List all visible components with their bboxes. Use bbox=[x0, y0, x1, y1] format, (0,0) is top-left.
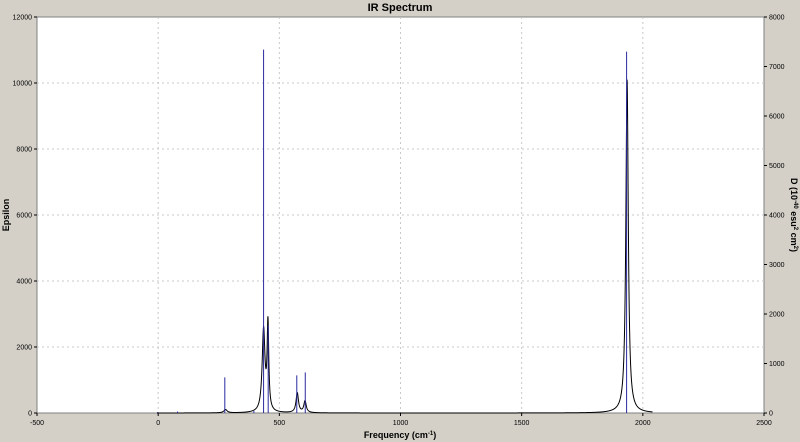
y-tick-label: 0 bbox=[28, 411, 32, 418]
y2-tick-label: 4000 bbox=[769, 213, 785, 220]
y-tick-label: 4000 bbox=[16, 279, 32, 286]
y2-tick-label: 7000 bbox=[769, 64, 785, 71]
y-tick-label: 6000 bbox=[16, 213, 32, 220]
x-tick-label: 2500 bbox=[756, 420, 772, 427]
y2-tick-label: 5000 bbox=[769, 163, 785, 170]
y-tick-label: 10000 bbox=[13, 81, 33, 88]
x-tick-label: 0 bbox=[156, 420, 160, 427]
x-axis-ticks: -500 0 500 1000 1500 2000 2500 bbox=[30, 413, 772, 427]
x-tick-label: 2000 bbox=[635, 420, 651, 427]
y-axis-label: Epsilon bbox=[1, 199, 11, 232]
x-tick-label: 1000 bbox=[393, 420, 409, 427]
ir-spectrum-window: IR Spectrum -500 0 500 1000 1500 2000 2500 0 20… bbox=[0, 0, 800, 442]
x-tick-label: 1500 bbox=[514, 420, 530, 427]
y-tick-label: 8000 bbox=[16, 147, 32, 154]
ir-spectrum-chart[interactable]: -500 0 500 1000 1500 2000 2500 0 2000 4000 6000 80… bbox=[0, 0, 800, 442]
x-axis-label: Frequency (cm-1) bbox=[364, 430, 436, 440]
y2-tick-label: 1000 bbox=[769, 361, 785, 368]
y2-tick-label: 3000 bbox=[769, 262, 785, 269]
y2-tick-label: 6000 bbox=[769, 114, 785, 121]
y2-tick-label: 2000 bbox=[769, 312, 785, 319]
y-tick-label: 2000 bbox=[16, 345, 32, 352]
y-axis-ticks: 0 2000 4000 6000 8000 10000 12000 bbox=[13, 15, 37, 418]
y-tick-label: 12000 bbox=[13, 15, 33, 22]
y2-axis-ticks: 0 1000 2000 3000 4000 5000 6000 7000 8000 bbox=[764, 15, 785, 418]
y2-axis-label: D (10-40 esu2 cm2) bbox=[789, 178, 799, 252]
y2-tick-label: 8000 bbox=[769, 15, 785, 22]
x-tick-label: 500 bbox=[273, 420, 285, 427]
x-tick-label: -500 bbox=[30, 420, 44, 427]
y2-tick-label: 0 bbox=[769, 411, 773, 418]
